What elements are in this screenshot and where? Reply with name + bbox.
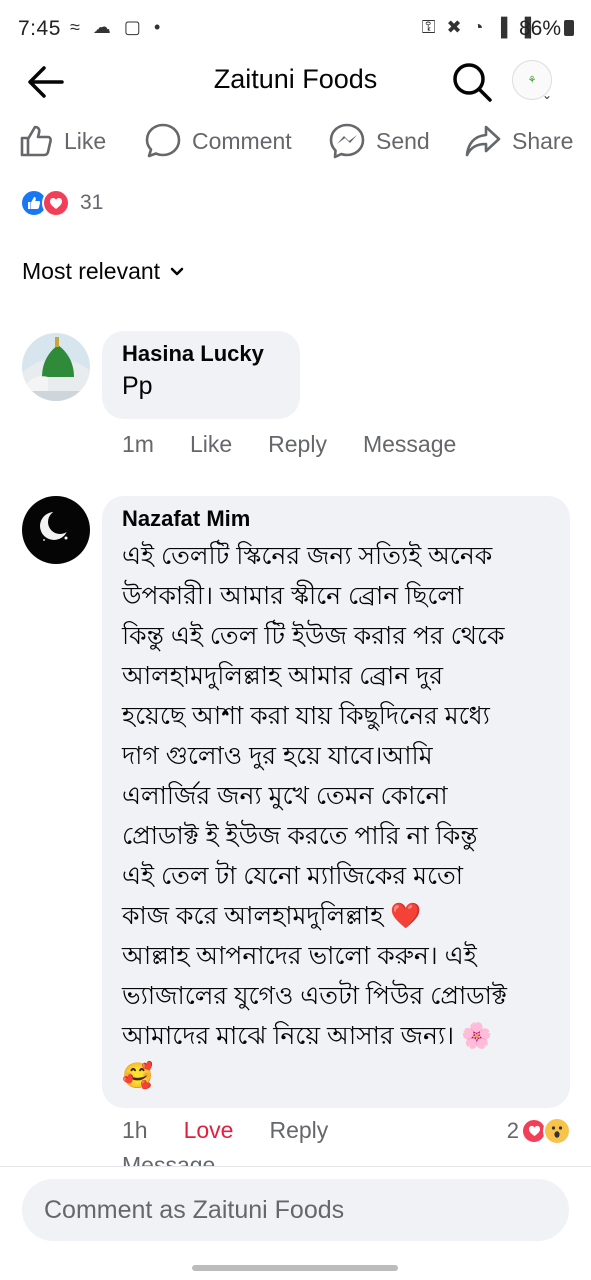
comment-line: এই তেলটি স্কিনের জন্য সত্যিই অনেক [122,542,493,570]
post-actions: Like Comment Send Share [0,116,591,166]
comment-line: দাগ গুলোও দুর হয়ে যাবে।আমি [122,742,433,770]
comment-text: এই তেলটি স্কিনের জন্য সত্যিই অনেক উপকারী… [122,536,550,1096]
comment-reply-button[interactable]: Reply [269,1117,328,1144]
link-icon: ≈ [70,17,80,37]
reaction-count: 31 [80,191,104,214]
chevron-down-icon: ⌄ [542,88,553,102]
comment-love-button[interactable]: Love [184,1117,234,1144]
comment-line: আল্লাহ আপনাদের ভালো করুন। এই [122,942,477,970]
comment-text: Pp [122,372,153,400]
comment-line: আলহামদুলিল্লাহ আমার ব্রোন দুর [122,662,444,690]
comment-bubble[interactable]: Hasina Lucky Pp [102,331,300,419]
search-button[interactable] [450,60,494,104]
comment-line: হয়েছে আশা করা যায় কিছুদিনের মধ্যে [122,702,490,730]
top-nav: Zaituni Foods ⚘ ⌄ [0,58,591,104]
comment-author[interactable]: Hasina Lucky [122,341,280,367]
chevron-down-icon [170,267,184,275]
key-icon: ⚿ [421,17,436,37]
signal-icon: ▐ [494,17,508,37]
send-label: Send [376,127,430,154]
home-indicator[interactable] [192,1265,398,1271]
comment-line: আমাদের মাঝে নিয়ে আসার জন্য। 🌸 [122,1022,493,1050]
comment-time: 1m [122,431,154,457]
comment-line: ভ্যাজালের যুগেও এতটা পিউর প্রোডাক্ট [122,982,507,1010]
comment-button[interactable]: Comment [144,116,292,166]
status-bar: 7:45 ≈ ☁ ▢ • ⚿ ✖ ◔ ▐ ▐ 86% [0,0,591,58]
like-label: Like [64,127,107,154]
page-logo-icon: ⚘ [527,74,537,86]
comment-actions: 1m Like Reply Message [122,431,492,458]
comment-time: 1h [122,1117,148,1143]
reactions-summary[interactable]: 31 [20,188,103,218]
wow-reaction-icon [543,1117,571,1145]
status-time: 7:45 [18,17,61,40]
comment-line: কাজ করে আলহামদুলিল্লাহ ❤️ [122,902,422,930]
share-icon [465,125,501,157]
wifi-icon: ◔ [472,17,484,37]
like-button[interactable]: Like [18,116,106,166]
page-title: Zaituni Foods [213,64,378,94]
comment-bubble[interactable]: Nazafat Mim এই তেলটি স্কিনের জন্য সত্যিই… [102,496,570,1108]
share-label: Share [512,127,574,154]
share-button[interactable]: Share [464,116,573,166]
comment-line: 🥰 [122,1062,154,1090]
comment-line: প্রোডাক্ট ই ইউজ করতে পারি না কিন্তু [122,822,478,850]
instagram-icon: ▢ [123,17,141,37]
commenter-avatar[interactable] [22,496,90,564]
battery-percent: 86% [518,17,561,40]
comment-like-button[interactable]: Like [190,431,232,458]
sort-label: Most relevant [22,258,161,284]
battery-icon [564,20,574,36]
comment-input[interactable]: Comment as Zaituni Foods [22,1179,569,1241]
comment-input-placeholder: Comment as Zaituni Foods [44,1195,345,1224]
profile-switcher-button[interactable]: ⚘ ⌄ [512,60,558,104]
comment-author[interactable]: Nazafat Mim [122,506,550,532]
love-reaction-icon [42,189,70,217]
cloud-icon: ☁ [92,17,111,37]
mute-icon: ✖ [446,17,462,37]
comment-line: এই তেল টা যেনো ম্যাজিকের মতো [122,862,464,890]
comment-composer-area: Comment as Zaituni Foods [0,1166,591,1280]
comment-reactions[interactable]: 2 [507,1117,571,1145]
messenger-icon [329,123,365,159]
comment-sort-dropdown[interactable]: Most relevant [22,258,184,285]
comment-line: এলার্জির জন্য মুখে তেমন কোনো [122,782,448,810]
comment-actions: 1h Love Reply [122,1117,364,1144]
comment-label: Comment [192,127,292,154]
send-button[interactable]: Send [328,116,430,166]
commenter-avatar[interactable] [22,333,90,401]
thumbs-up-icon [20,125,52,157]
comment-message-button[interactable]: Message [363,431,456,458]
comment-line: কিন্তু এই তেল টি ইউজ করার পর থেকে [122,622,505,650]
search-icon [453,63,492,102]
comment-line: উপকারী। আমার স্কীনে ব্রোন ছিলো [122,582,464,610]
comment-reply-button[interactable]: Reply [268,431,327,458]
comment-message-button[interactable]: Message [122,1152,215,1166]
comment-reaction-count: 2 [506,1118,519,1143]
dot-icon: • [153,17,161,37]
comment-icon [145,123,181,158]
